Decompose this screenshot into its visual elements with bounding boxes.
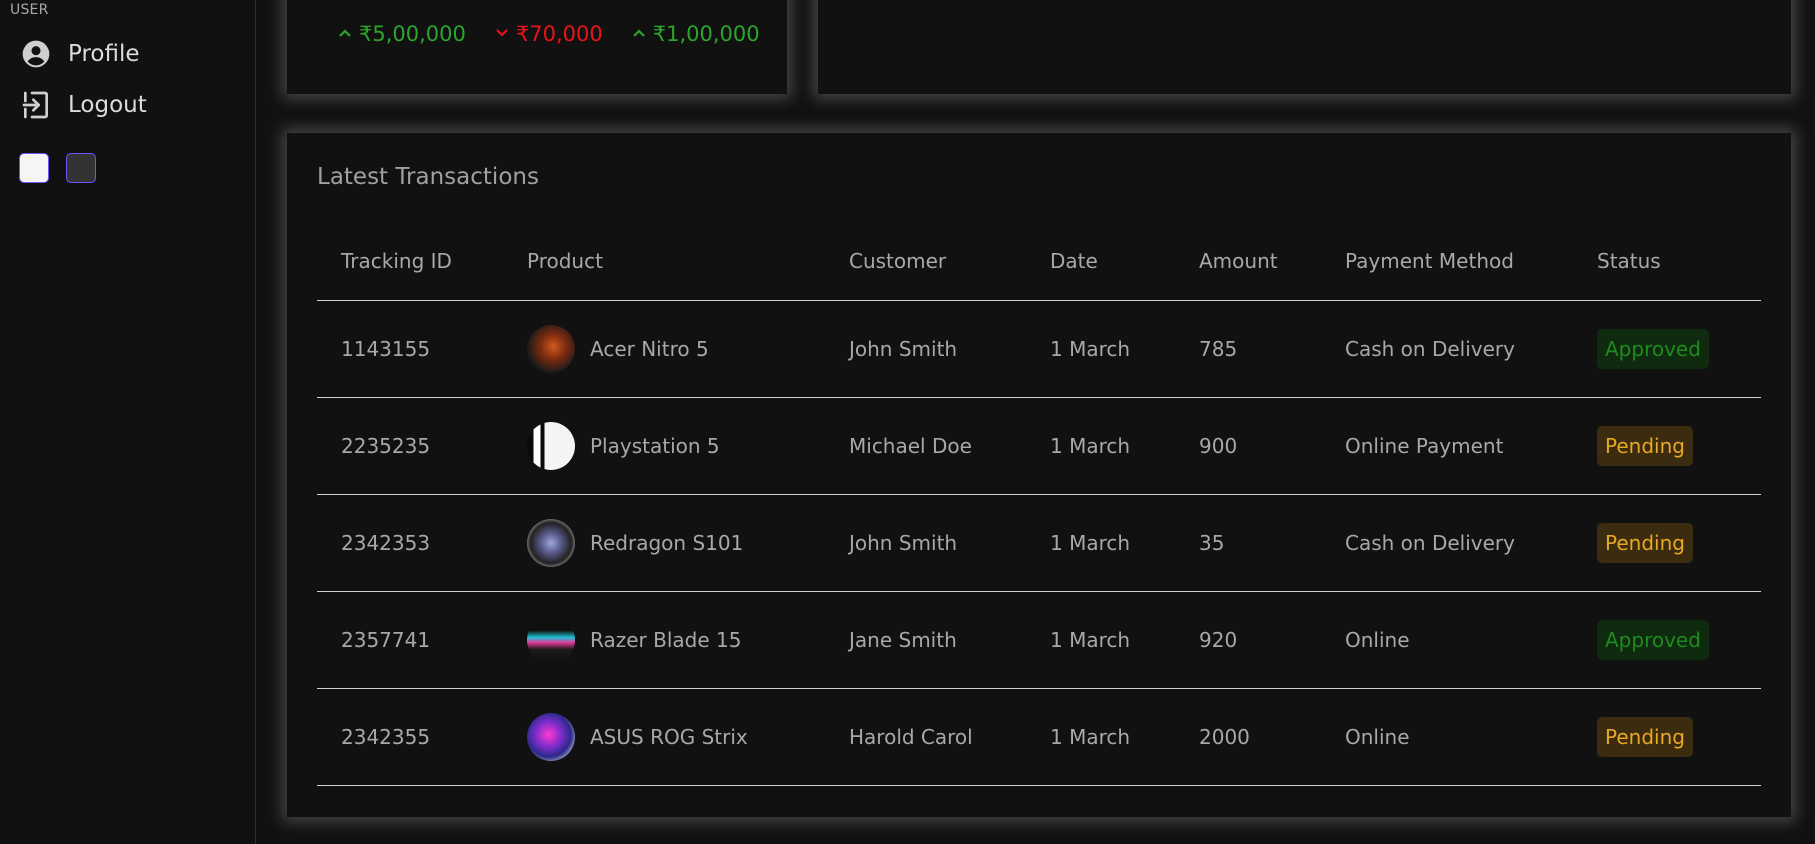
stat-last-week: ₹5,00,000 — [337, 22, 466, 46]
cell-tracking-id: 2357741 — [317, 591, 503, 689]
cell-payment-method: Online Payment — [1321, 397, 1573, 495]
cell-status: Pending — [1573, 494, 1761, 592]
cell-customer: John Smith — [825, 494, 1026, 592]
cell-amount: 2000 — [1175, 688, 1321, 786]
account-circle-icon — [20, 38, 52, 70]
header-tracking-id: Tracking ID — [317, 223, 503, 301]
header-status: Status — [1573, 223, 1761, 301]
product-thumbnail — [527, 324, 575, 373]
cell-tracking-id: 2342355 — [317, 688, 503, 786]
summary-card: ₹5,00,000 ₹70,000 ₹1,00,000 — [287, 0, 787, 94]
product-name: Redragon S101 — [590, 530, 744, 555]
status-badge: Pending — [1597, 425, 1693, 466]
product-name: Acer Nitro 5 — [590, 336, 709, 361]
sidebar-item-label: Logout — [68, 92, 147, 118]
status-badge: Approved — [1597, 619, 1709, 660]
latest-transactions-card: Latest Transactions Tracking ID Product … — [287, 133, 1791, 817]
cell-tracking-id: 2235235 — [317, 397, 503, 495]
header-date: Date — [1026, 223, 1175, 301]
chart-card — [818, 0, 1791, 94]
stat-value: ₹5,00,000 — [359, 22, 466, 46]
transactions-table: Tracking ID Product Customer Date Amount… — [317, 223, 1761, 786]
sidebar-item-logout[interactable]: Logout — [20, 87, 147, 123]
cell-payment-method: Cash on Delivery — [1321, 300, 1573, 398]
cell-payment-method: Online — [1321, 688, 1573, 786]
cell-customer: Michael Doe — [825, 397, 1026, 495]
cell-amount: 920 — [1175, 591, 1321, 689]
product-thumbnail — [527, 518, 575, 567]
cell-date: 1 March — [1026, 591, 1175, 689]
cell-payment-method: Online — [1321, 591, 1573, 689]
product-thumbnail — [527, 712, 575, 761]
sidebar-item-profile[interactable]: Profile — [20, 36, 140, 72]
cell-amount: 785 — [1175, 300, 1321, 398]
cell-status: Approved — [1573, 300, 1761, 398]
cell-status: Pending — [1573, 397, 1761, 495]
sidebar-section-title: USER — [10, 2, 49, 18]
product-name: Playstation 5 — [590, 433, 720, 458]
table-header-row: Tracking ID Product Customer Date Amount… — [317, 223, 1761, 301]
chevron-up-icon — [337, 22, 353, 46]
cell-tracking-id: 2342353 — [317, 494, 503, 592]
cell-payment-method: Cash on Delivery — [1321, 494, 1573, 592]
logout-icon — [20, 89, 52, 121]
status-badge: Pending — [1597, 522, 1693, 563]
sidebar-item-label: Profile — [68, 41, 140, 67]
sidebar: USER Profile Logout — [0, 0, 256, 844]
stat-value: ₹1,00,000 — [652, 22, 760, 46]
cell-customer: Harold Carol — [825, 688, 1026, 786]
stat-target: ₹1,00,000 — [631, 22, 760, 46]
chevron-down-icon — [494, 22, 510, 46]
transactions-title: Latest Transactions — [317, 164, 539, 190]
cell-tracking-id: 1143155 — [317, 300, 503, 398]
table-row: 2342353 Redragon S101 John Smith 1 March… — [317, 494, 1761, 592]
header-product: Product — [503, 223, 825, 301]
cell-status: Approved — [1573, 591, 1761, 689]
summary-stats: ₹5,00,000 ₹70,000 ₹1,00,000 — [337, 22, 760, 46]
cell-date: 1 March — [1026, 494, 1175, 592]
cell-product: ASUS ROG Strix — [503, 688, 825, 786]
cell-date: 1 March — [1026, 300, 1175, 398]
status-badge: Pending — [1597, 716, 1693, 757]
theme-light-swatch[interactable] — [19, 153, 49, 183]
stat-value: ₹70,000 — [515, 22, 603, 46]
cell-amount: 35 — [1175, 494, 1321, 592]
cell-customer: John Smith — [825, 300, 1026, 398]
status-badge: Approved — [1597, 328, 1709, 369]
cell-product: Razer Blade 15 — [503, 591, 825, 689]
stat-last-month: ₹70,000 — [494, 22, 603, 46]
chevron-up-icon — [631, 22, 647, 46]
table-row: 2357741 Razer Blade 15 Jane Smith 1 Marc… — [317, 591, 1761, 689]
cell-product: Playstation 5 — [503, 397, 825, 495]
cell-product: Acer Nitro 5 — [503, 300, 825, 398]
header-payment-method: Payment Method — [1321, 223, 1573, 301]
product-name: Razer Blade 15 — [590, 627, 742, 652]
cell-date: 1 March — [1026, 688, 1175, 786]
product-thumbnail — [527, 615, 575, 664]
theme-dark-swatch[interactable] — [66, 153, 96, 183]
cell-product: Redragon S101 — [503, 494, 825, 592]
table-row: 1143155 Acer Nitro 5 John Smith 1 March … — [317, 300, 1761, 398]
header-amount: Amount — [1175, 223, 1321, 301]
cell-date: 1 March — [1026, 397, 1175, 495]
header-customer: Customer — [825, 223, 1026, 301]
cell-amount: 900 — [1175, 397, 1321, 495]
cell-customer: Jane Smith — [825, 591, 1026, 689]
table-row: 2235235 Playstation 5 Michael Doe 1 Marc… — [317, 397, 1761, 495]
product-thumbnail — [527, 421, 575, 470]
table-row: 2342355 ASUS ROG Strix Harold Carol 1 Ma… — [317, 688, 1761, 786]
cell-status: Pending — [1573, 688, 1761, 786]
product-name: ASUS ROG Strix — [590, 724, 748, 749]
